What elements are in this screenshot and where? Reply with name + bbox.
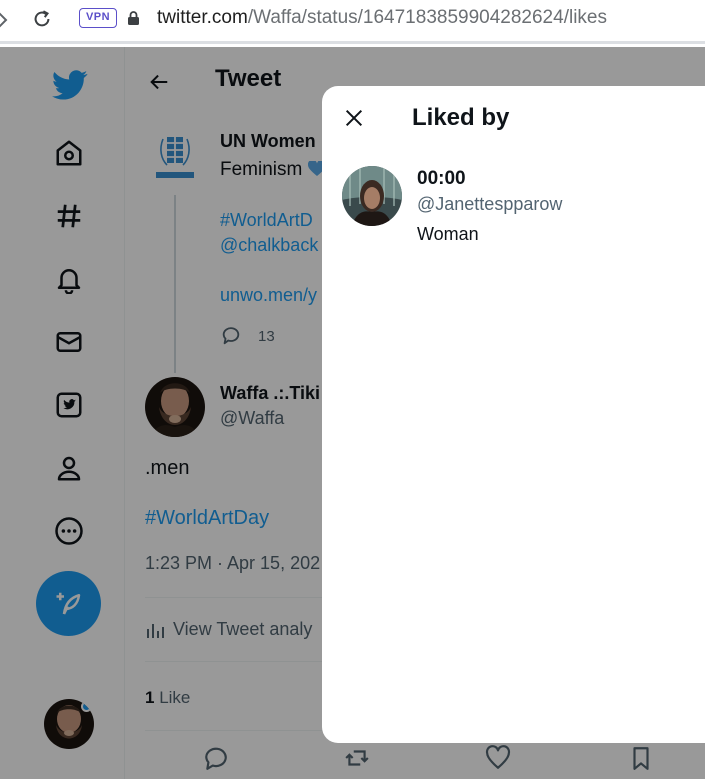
dialog-title: Liked by [412,104,510,131]
liker-avatar[interactable] [342,166,402,226]
address-bar[interactable]: twitter.com/Waffa/status/164718385990428… [157,7,607,29]
close-icon [345,109,363,127]
liker-list-item[interactable]: 00:00 @Janettespparow Woman [342,166,705,256]
liker-bio: Woman [417,224,479,244]
lock-icon[interactable] [127,10,140,26]
liked-by-dialog: Liked by 00:00 @Janettespparow Woman [322,86,705,743]
liker-name[interactable]: 00:00 [417,168,466,190]
liker-handle[interactable]: @Janettespparow [417,194,562,215]
forward-arrow-icon[interactable] [0,11,10,29]
url-host: twitter.com [157,7,248,28]
close-button[interactable] [342,106,366,130]
vpn-badge[interactable]: VPN [79,8,117,28]
browser-toolbar: VPN twitter.com/Waffa/status/16471838599… [0,0,705,44]
url-path: /Waffa/status/1647183859904282624/likes [247,7,607,28]
reload-icon[interactable] [31,8,53,30]
